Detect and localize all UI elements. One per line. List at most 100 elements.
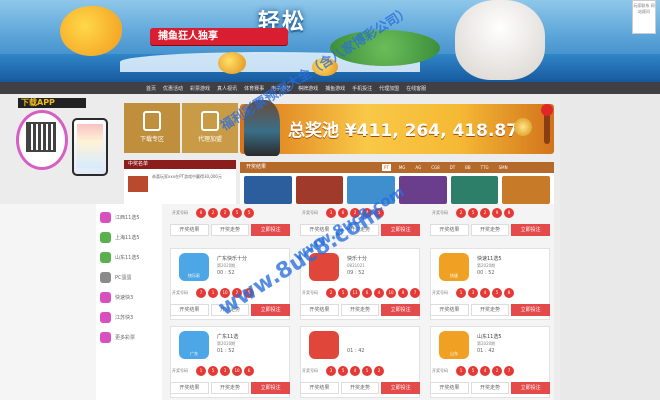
bet-now-button[interactable]: 立即投注 (511, 304, 551, 316)
sidebar-item[interactable]: PC蛋蛋 (100, 270, 132, 284)
results-button[interactable]: 开奖结果 (170, 224, 209, 236)
number-ball: 2 (326, 288, 336, 298)
trend-button[interactable]: 开奖走势 (340, 382, 380, 394)
nav-item[interactable]: 彩票游戏 (190, 85, 210, 92)
tab-dt[interactable]: DT (448, 164, 458, 171)
bet-now-button[interactable]: 立即投注 (381, 304, 421, 316)
trend-button[interactable]: 开奖走势 (470, 382, 510, 394)
nav-item[interactable]: 真人视讯 (217, 85, 237, 92)
lottery-logo-icon (309, 331, 339, 359)
number-ball: 1 (456, 288, 466, 298)
number-ball: 4 (374, 288, 384, 298)
sidebar-item[interactable]: 快速快3 (100, 290, 133, 304)
sidebar-item[interactable]: 山东11选5 (100, 250, 140, 264)
countdown-timer: 00 : 52 (477, 270, 495, 276)
nav-item[interactable]: 捕鱼游戏 (325, 85, 345, 92)
trend-button[interactable]: 开奖走势 (210, 382, 250, 394)
trend-button[interactable]: 开奖走势 (470, 304, 510, 316)
agent-icon (201, 111, 219, 131)
number-ball: 5 (362, 366, 372, 376)
results-button[interactable]: 开奖结果 (300, 382, 339, 394)
nav-item[interactable]: 优惠活动 (163, 85, 183, 92)
lottery-name: 山东11选5 (477, 334, 502, 340)
bet-now-button[interactable]: 立即投注 (511, 382, 551, 394)
winners-header: 中奖名单 (124, 160, 236, 169)
jackpot-amount: 总奖池 ¥411, 264, 418.87 (288, 121, 519, 141)
download-center-button[interactable]: 下载专区 (124, 103, 180, 153)
number-ball: 9 (398, 288, 408, 298)
number-ball: 4 (350, 366, 360, 376)
tab-smn[interactable]: SMN (497, 164, 510, 171)
download-app-panel[interactable]: 下载APP (12, 98, 116, 184)
download-center-label: 下载专区 (139, 136, 164, 143)
results-button[interactable]: 开奖结果 (430, 304, 469, 316)
tab-ttg[interactable]: TTG (479, 164, 491, 171)
draw-numbers: 开奖号码 1 5 4 2 7 (430, 364, 550, 378)
side-contact-button[interactable]: 玩家联系 网站顾问 (632, 0, 656, 34)
bet-now-button[interactable]: 立即投注 (251, 224, 291, 236)
number-ball: 5 (244, 208, 254, 218)
bet-now-button[interactable]: 立即投注 (381, 224, 421, 236)
results-button[interactable]: 开奖结果 (300, 304, 339, 316)
number-ball: 5 (232, 208, 242, 218)
sidebar-item[interactable]: 江西11选5 (100, 210, 140, 224)
number-ball: 2 (374, 366, 384, 376)
jackpot-banner[interactable]: 总奖池 ¥411, 264, 418.87 (240, 100, 554, 156)
results-button[interactable]: 开奖结果 (430, 224, 469, 236)
countdown-timer: 00 : 52 (217, 270, 235, 276)
bet-now-button[interactable]: 立即投注 (381, 382, 421, 394)
nav-item[interactable]: 手机投注 (352, 85, 372, 92)
lottery-name: 广东快乐十分 (217, 256, 248, 262)
game-thumb[interactable] (244, 176, 292, 204)
qr-code-icon[interactable] (26, 122, 56, 152)
game-thumb[interactable] (450, 176, 499, 204)
tab-pt[interactable]: PT (382, 164, 391, 171)
trend-button[interactable]: 开奖走势 (470, 224, 510, 236)
results-tabs: PT MG AG CG8 DT BB TTG SMN (382, 164, 510, 171)
bet-now-button[interactable]: 立即投注 (251, 304, 291, 316)
results-button[interactable]: 开奖结果 (170, 382, 209, 394)
sidebar-item[interactable]: 江苏快3 (100, 310, 133, 324)
draw-label: 开奖号码 (172, 290, 188, 295)
nav-item[interactable]: 代理加盟 (379, 85, 399, 92)
bet-now-button[interactable]: 立即投注 (511, 224, 551, 236)
lottery-icon (100, 331, 111, 343)
results-button[interactable]: 开奖结果 (170, 304, 209, 316)
card-actions: 开奖结果 开奖走势 立即投注 (170, 382, 291, 394)
news-thumbnail[interactable] (128, 176, 148, 192)
game-thumb[interactable] (295, 176, 344, 204)
sidebar-item[interactable]: 上海11选5 (100, 230, 140, 244)
tab-bb[interactable]: BB (463, 164, 473, 171)
card-actions: 开奖结果 开奖走势 立即投注 (170, 224, 291, 236)
lottery-logo-label: 广东 (190, 351, 198, 356)
draw-label: 开奖号码 (432, 290, 448, 295)
sidebar-item[interactable]: 更多彩票 (100, 330, 135, 344)
game-thumb[interactable] (399, 176, 447, 204)
number-ball: 8 (196, 208, 206, 218)
lottery-logo-icon: 广东 (179, 331, 209, 359)
nav-item[interactable]: 首页 (146, 85, 156, 92)
draw-numbers: 开奖号码 2 5 2 9 8 (430, 206, 550, 220)
draw-label: 开奖号码 (172, 210, 188, 215)
game-thumb[interactable] (502, 176, 551, 204)
tab-mg[interactable]: MG (397, 164, 408, 171)
lottery-icon (100, 211, 111, 223)
number-ball: 5 (208, 366, 218, 376)
tab-ag[interactable]: AG (413, 164, 423, 171)
hero-banner[interactable]: 轻松 捕鱼狂人独享 玩家联系 网站顾问 (0, 0, 660, 82)
bet-now-button[interactable]: 立即投注 (251, 382, 291, 394)
lottery-icon (100, 231, 111, 243)
nav-item[interactable]: 在线客服 (406, 85, 426, 92)
trend-button[interactable]: 开奖走势 (210, 224, 250, 236)
tab-cg8[interactable]: CG8 (429, 164, 441, 171)
draw-label: 开奖号码 (172, 368, 188, 373)
results-header: 开奖结果 PT MG AG CG8 DT BB TTG SMN (240, 162, 554, 173)
number-ball: 5 (338, 366, 348, 376)
draw-label: 开奖号码 (302, 368, 318, 373)
trend-button[interactable]: 开奖走势 (340, 304, 380, 316)
number-ball: 5 (492, 288, 502, 298)
sidebar-item-label: 江西11选5 (115, 214, 140, 221)
winners-text[interactable]: 恭喜玩家xxx在PT游戏中赢得30,000元 (152, 174, 232, 180)
draw-label: 开奖号码 (432, 210, 448, 215)
results-button[interactable]: 开奖结果 (430, 382, 469, 394)
